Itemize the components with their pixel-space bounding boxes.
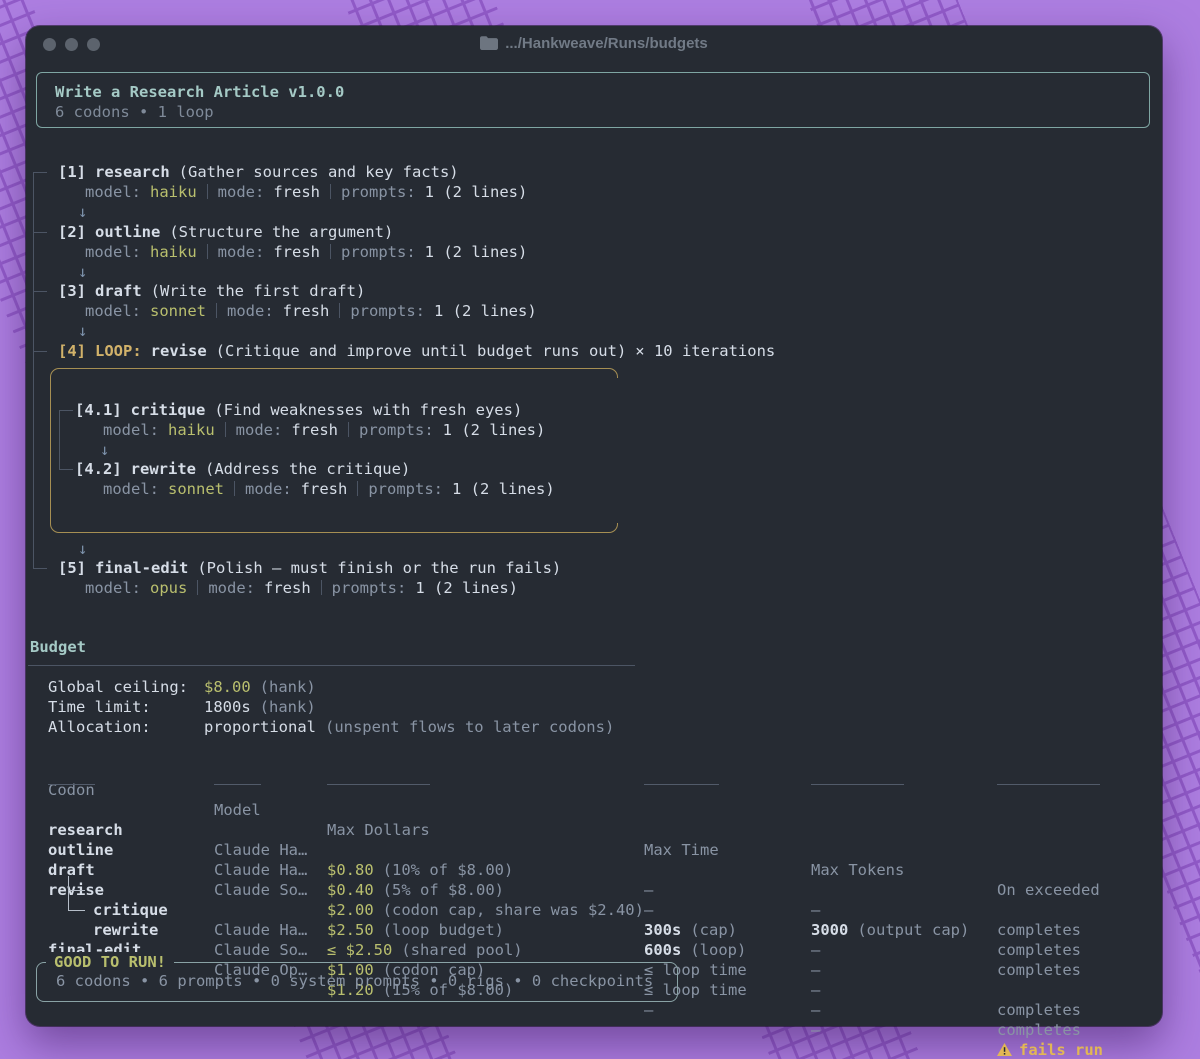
tree-branch-line bbox=[33, 351, 47, 352]
pipeline-subtitle: 6 codons • 1 loop bbox=[55, 102, 1149, 122]
table-row-rewrite: rewrite Claude So… $1.00(codon cap) ≤ lo… bbox=[26, 900, 1162, 920]
header-underline bbox=[327, 784, 430, 785]
tree-branch-line bbox=[33, 291, 47, 292]
budget-value-allocation: proportional(unspent flows to later codo… bbox=[204, 717, 614, 737]
terminal-window: .../Hankweave/Runs/budgets Write a Resea… bbox=[26, 26, 1162, 1026]
table-row-revise: revise $2.50(loop budget) 600s(loop) – bbox=[26, 860, 1162, 880]
loop-tree-trunk-line bbox=[59, 410, 60, 469]
codon-5-header: [5]final-edit(Polish — must finish or th… bbox=[58, 558, 561, 578]
budget-title: Budget bbox=[30, 637, 86, 657]
budget-row-allocation: Allocation: bbox=[48, 717, 151, 737]
divider bbox=[207, 244, 208, 259]
tree-branch-line bbox=[33, 568, 47, 569]
tree-branch-line bbox=[33, 172, 47, 173]
codon-5-meta: model:opusmode:freshprompts:1 (2 lines) bbox=[85, 578, 518, 598]
table-row-outline: outline Claude Ha… $0.40(5% of $8.00) – … bbox=[26, 820, 1162, 840]
header-underline bbox=[48, 784, 95, 785]
warning-icon bbox=[997, 1043, 1012, 1056]
header-underline bbox=[811, 784, 904, 785]
divider bbox=[234, 481, 235, 496]
divider bbox=[321, 580, 322, 595]
budget-row-global-ceiling: Global ceiling: bbox=[48, 677, 188, 697]
table-header-row: Codon Model Max Dollars Max Time Max Tok… bbox=[26, 760, 1162, 780]
pipeline-title: Write a Research Article v1.0.0 bbox=[55, 82, 1149, 102]
codon-4-1-header: [4.1]critique(Find weaknesses with fresh… bbox=[75, 400, 522, 420]
tree-branch-line bbox=[59, 469, 73, 470]
loop-box bbox=[50, 368, 618, 533]
codon-4-2-header: [4.2]rewrite(Address the critique) bbox=[75, 459, 410, 479]
window-title: .../Hankweave/Runs/budgets bbox=[26, 35, 1162, 52]
header-underline bbox=[997, 784, 1100, 785]
budget-row-time-limit: Time limit: bbox=[48, 697, 151, 717]
budget-value-time-limit: 1800s(hank) bbox=[204, 697, 316, 717]
divider bbox=[197, 580, 198, 595]
codon-3-meta: model:sonnetmode:freshprompts:1 (2 lines… bbox=[85, 301, 537, 321]
header-underline bbox=[214, 784, 261, 785]
arrow-down-icon: ↓ bbox=[78, 321, 87, 341]
tree-branch-line bbox=[59, 410, 73, 411]
arrow-down-icon: ↓ bbox=[78, 262, 87, 282]
table-row-final-edit: final-edit Claude Op… $1.20(15% of $8.00… bbox=[26, 920, 1162, 940]
pipeline-header-card: Write a Research Article v1.0.0 6 codons… bbox=[36, 72, 1150, 128]
divider bbox=[216, 303, 217, 318]
divider bbox=[330, 184, 331, 199]
fails-run-status: fails run bbox=[997, 1040, 1103, 1059]
codon-1-meta: model:haikumode:freshprompts:1 (2 lines) bbox=[85, 182, 527, 202]
column-header-codon: Codon bbox=[48, 780, 95, 800]
divider bbox=[207, 184, 208, 199]
status-label: GOOD TO RUN! bbox=[46, 952, 174, 972]
folder-icon bbox=[480, 36, 498, 50]
divider bbox=[339, 303, 340, 318]
codon-4-1-meta: model:haikumode:freshprompts:1 (2 lines) bbox=[103, 420, 545, 440]
table-row-research: research Claude Ha… $0.80(10% of $8.00) … bbox=[26, 800, 1162, 820]
header-underline bbox=[644, 784, 719, 785]
table-row-draft: draft Claude So… $2.00(codon cap, share … bbox=[26, 840, 1162, 860]
codon-4-2-meta: model:sonnetmode:freshprompts:1 (2 lines… bbox=[103, 479, 555, 499]
divider bbox=[357, 481, 358, 496]
codon-3-header: [3]draft(Write the first draft) bbox=[58, 281, 365, 301]
budget-value-global-ceiling: $8.00(hank) bbox=[204, 677, 316, 697]
arrow-down-icon: ↓ bbox=[78, 539, 87, 559]
divider bbox=[330, 244, 331, 259]
divider bbox=[225, 422, 226, 437]
titlebar[interactable]: .../Hankweave/Runs/budgets bbox=[26, 26, 1162, 64]
divider bbox=[348, 422, 349, 437]
codon-2-meta: model:haikumode:freshprompts:1 (2 lines) bbox=[85, 242, 527, 262]
tree-branch-line bbox=[33, 232, 47, 233]
run-summary: 6 codons • 6 prompts • 0 system prompts … bbox=[56, 971, 653, 991]
codon-1-header: [1]research(Gather sources and key facts… bbox=[58, 162, 459, 182]
loop-header: [4]LOOP:revise(Critique and improve unti… bbox=[58, 341, 775, 361]
arrow-down-icon: ↓ bbox=[78, 202, 87, 222]
table-row-critique: critique Claude Ha… ≤ $2.50(shared pool)… bbox=[26, 880, 1162, 900]
codon-2-header: [2]outline(Structure the argument) bbox=[58, 222, 393, 242]
arrow-down-icon: ↓ bbox=[100, 440, 109, 460]
budget-divider-line bbox=[28, 665, 635, 666]
